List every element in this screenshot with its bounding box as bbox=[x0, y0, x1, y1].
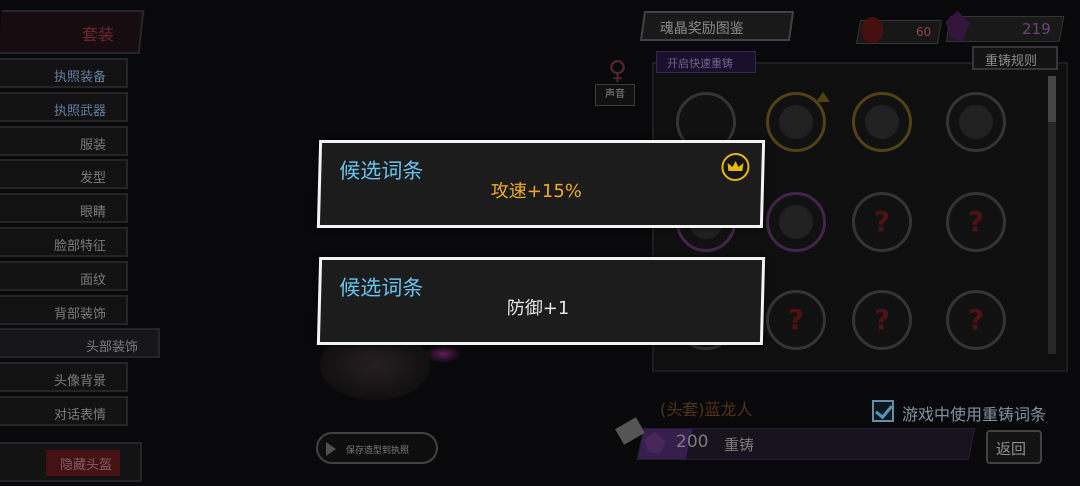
card-title: 候选词条 bbox=[339, 159, 424, 183]
card-value: 防御+1 bbox=[506, 298, 570, 319]
candidate-affix-card-1[interactable]: 候选词条 攻速+15% bbox=[316, 140, 766, 228]
crown-icon bbox=[721, 153, 750, 181]
candidate-affix-card-2[interactable]: 候选词条 防御+1 bbox=[316, 257, 766, 345]
game-screen: 套装 执照装备 执照武器 服装 发型 眼睛 脸部特征 面纹 背部装饰 头部装饰 头像背景 对话表情 … bbox=[0, 0, 1080, 486]
card-title: 候选词条 bbox=[339, 276, 424, 300]
modal-dim-overlay bbox=[0, 0, 1080, 486]
card-value: 攻速+15% bbox=[490, 181, 583, 202]
